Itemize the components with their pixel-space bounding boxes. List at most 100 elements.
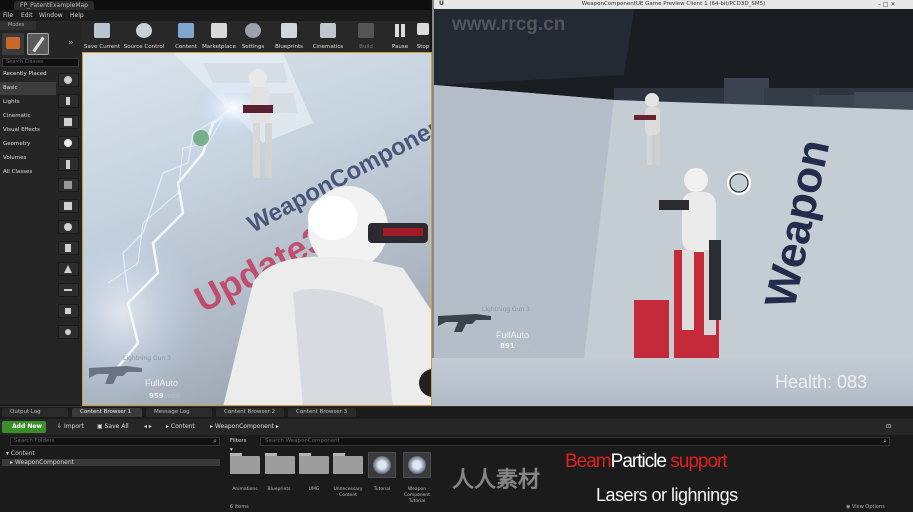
menu-file[interactable]: File [3,10,13,21]
save-all-button[interactable]: ▣ Save All [97,421,129,433]
category-visual-effects[interactable]: Visual Effects [0,124,56,137]
category-volumes[interactable]: Volumes [0,152,56,165]
label-weapon-component-tutorial: Weapon Component Tutorial [403,487,431,504]
import-button[interactable]: ⇩ Import [57,421,84,433]
watermark-cn: 人人素材 [452,468,541,493]
marketplace-icon [211,23,227,38]
sphere-icon[interactable] [58,220,79,234]
folder-blueprints[interactable] [265,452,295,474]
folder-umg[interactable] [299,452,329,474]
place-mode-icon[interactable] [2,33,24,55]
source-control-button[interactable]: Source Control [122,21,166,52]
tab-content-browser-2[interactable]: Content Browser 2 [216,408,284,417]
tab-content-browser-1[interactable]: Content Browser 1 [72,408,142,417]
cube-icon[interactable] [58,199,79,213]
cylinder-icon[interactable] [58,241,79,255]
folder-animations[interactable] [230,452,260,474]
stop-icon [417,23,429,35]
feature-subtitle: Lasers or lighnings [596,485,738,505]
tree-item-weaponcomponent[interactable]: ▸ WeaponComponent [10,459,74,466]
tab-output-log[interactable]: Output Log [2,408,68,417]
plane-icon[interactable] [58,283,79,297]
trigger-volume-icon[interactable] [58,178,79,192]
gear-icon [245,23,261,38]
search-classes-input[interactable]: Search Classes [2,58,79,67]
pause-button[interactable]: Pause [388,21,412,52]
source-control-icon [136,23,152,38]
save-all-icon: ▣ [97,423,105,430]
build-button[interactable]: Build [352,21,380,52]
level-tab[interactable]: FP_PatentExampleMap [14,1,94,10]
content-button[interactable]: Content [172,21,200,52]
item-count: 6 items [230,504,249,510]
tab-content-browser-3[interactable]: Content Browser 3 [288,408,356,417]
point-light-icon[interactable] [58,136,79,150]
cinematics-button[interactable]: Cinematics [310,21,346,52]
add-new-button[interactable]: Add New [2,421,46,433]
history-nav-buttons[interactable]: ◂ ▸ [144,421,152,433]
preview-hud-ammo: 891 /9000 [500,342,532,350]
marketplace-button[interactable]: Marketplace [201,21,237,52]
category-cinematic[interactable]: Cinematic [0,110,56,123]
cube-small-icon[interactable] [58,304,79,318]
unreal-logo-icon: U [439,0,444,7]
sphere-small-icon[interactable] [58,325,79,339]
stop-button[interactable]: Stop [416,21,430,52]
category-lights[interactable]: Lights [0,96,56,109]
tab-message-log[interactable]: Message Log [146,408,212,417]
main-toolbar: Save Current Source Control Content Mark… [82,21,430,52]
watermark-site: www.rrcg.cn [452,14,566,35]
clapperboard-icon [320,23,336,38]
settings-button[interactable]: Settings [238,21,268,52]
chevron-right-icon[interactable]: » [68,38,74,48]
blueprints-button[interactable]: Blueprints [272,21,306,52]
tutorial-icon [373,456,391,474]
save-current-button[interactable]: Save Current [84,21,120,52]
beam-word: Beam [565,451,612,472]
category-all-classes[interactable]: All Classes [0,166,56,179]
import-icon: ⇩ [57,423,64,430]
path-weaponcomponent[interactable]: ▸ WeaponComponent ▸ [210,421,279,433]
preview-scene: Weapon [434,9,913,358]
level-viewport[interactable]: Update3 WeaponComponent Lightning Gun 3 … [82,52,432,406]
path-content[interactable]: ▸ Content [166,421,195,433]
category-geometry[interactable]: Geometry [0,138,56,151]
preview-rifle-icon [438,314,491,332]
search-folders-input[interactable]: Search Folders [10,437,220,446]
asset-weapon-component-tutorial[interactable] [403,452,431,478]
content-icon [178,23,194,38]
menu-bar: File Edit Window Help [0,10,430,21]
category-basic[interactable]: Basic [0,82,56,95]
blueprint-icon [281,23,297,38]
window-controls[interactable]: – □ ✕ [878,0,896,9]
label-tutorial: Tutorial [373,487,391,492]
search-assets-input[interactable]: Search WeaponComponent [260,437,890,446]
filters-button[interactable]: Filters ▾ [230,437,250,453]
search-assets-icon: ⌕ [883,437,887,445]
modes-tab[interactable]: Modes [0,21,36,30]
paint-mode-icon[interactable] [27,33,49,55]
pause-icon [392,23,408,38]
hud-ammo: 959 /9000 [149,392,181,400]
menu-edit[interactable]: Edit [21,10,33,21]
particle-word: Particle [610,451,667,472]
folder-unnecessary-content[interactable] [333,452,363,474]
label-blueprints: Blueprints [267,487,291,492]
menu-help[interactable]: Help [70,10,84,21]
game-preview-window[interactable]: Weapon Lightning Gun 3 FullAuto 891 /900… [432,0,913,358]
tree-item-content[interactable]: ▾ Content [6,450,35,457]
preview-hud-fire-mode: FullAuto [496,330,530,340]
menu-window[interactable]: Window [39,10,63,21]
category-recently-placed[interactable]: Recently Placed [0,68,56,81]
content-browser-toolbar [0,419,913,435]
sphere-actor-icon[interactable] [58,73,79,87]
viewport-scene: Update3 WeaponComponent [83,53,431,405]
view-options-button[interactable]: ◉ View Options [846,504,885,510]
feature-title: BeamParticle support [565,451,728,473]
asset-tutorial[interactable] [368,452,396,478]
player-start-icon[interactable] [58,157,79,171]
box-actor-icon[interactable] [58,115,79,129]
cylinder-actor-icon[interactable] [58,94,79,108]
cone-icon[interactable] [58,262,79,276]
lock-icon[interactable]: ⊡ [886,421,891,433]
